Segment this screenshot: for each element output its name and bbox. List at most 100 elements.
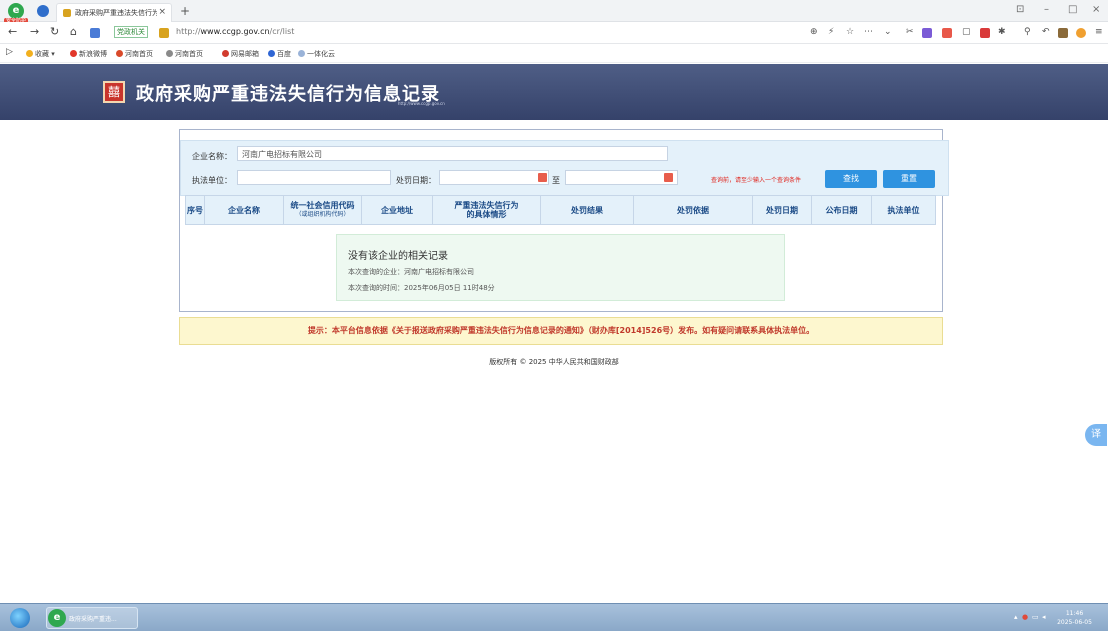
- site-favicon-icon: [63, 9, 71, 17]
- site-logo-icon: 囍: [103, 81, 125, 103]
- penalty-date-label: 处罚日期：: [396, 176, 436, 185]
- restore-tab-icon[interactable]: ⊡: [1016, 4, 1024, 15]
- start-button[interactable]: [10, 608, 30, 628]
- queried-company-line: 本次查询的企业：河南广电招标有限公司: [348, 268, 474, 276]
- more-icon[interactable]: ⋯: [864, 27, 873, 37]
- column-header-penalty-result: 处罚结果: [541, 196, 634, 224]
- star-icon: [26, 50, 33, 57]
- column-header-violation: 严重违法失信行为的具体情形: [433, 196, 541, 224]
- chevron-down-icon[interactable]: ⌄: [884, 27, 892, 37]
- extension-icon[interactable]: [942, 28, 952, 38]
- bookmark-henan-2[interactable]: 河南首页: [166, 49, 203, 59]
- menu-icon[interactable]: ≡: [1095, 27, 1103, 37]
- browser-tab-bar: e 安全防护 政府采购严重违法失信行为信 × + ⊡ – □ ×: [0, 0, 1108, 25]
- minimize-icon[interactable]: –: [1044, 4, 1049, 15]
- screen-icon[interactable]: ▢: [962, 27, 971, 37]
- credit-code-label: 统一社会信用代码: [290, 201, 355, 210]
- company-name-input[interactable]: 河南广电招标有限公司: [237, 146, 668, 161]
- close-window-icon[interactable]: ×: [1092, 4, 1100, 15]
- taskbar-window-label: 政府采购严重违...: [69, 616, 117, 623]
- star-icon[interactable]: ☆: [846, 27, 854, 37]
- flash-icon[interactable]: ⚡: [828, 27, 834, 37]
- reload-icon[interactable]: ↻: [50, 25, 59, 38]
- search-button[interactable]: 查找: [825, 170, 877, 188]
- site-favicon-icon: [159, 28, 169, 38]
- system-clock[interactable]: 11:46 2025-06-05: [1047, 609, 1102, 627]
- extension-icon[interactable]: [922, 28, 932, 38]
- tray-app-icon[interactable]: ●: [1022, 613, 1028, 621]
- sweep-icon[interactable]: ⚲: [1024, 27, 1031, 37]
- clock-time: 11:46: [1065, 610, 1084, 617]
- tab-close-icon[interactable]: ×: [158, 7, 166, 17]
- baidu-icon: [268, 50, 275, 57]
- search-hint: 查询前，请至少输入一个查询条件: [711, 177, 802, 184]
- bag-icon[interactable]: [1058, 28, 1068, 38]
- browser-logo-icon[interactable]: e: [8, 3, 24, 19]
- credit-code-sublabel: （或组织机构代码）: [295, 211, 350, 218]
- bookmark-party-gov[interactable]: 党政机关: [114, 26, 148, 38]
- column-header-index: 序号: [186, 196, 205, 224]
- extension-icon[interactable]: [980, 28, 990, 38]
- maximize-icon[interactable]: □: [1068, 4, 1077, 15]
- calendar-icon[interactable]: [538, 173, 547, 182]
- calendar-icon[interactable]: [664, 173, 673, 182]
- site-icon: [116, 50, 123, 57]
- sidebar-toggle-icon[interactable]: ▷: [6, 47, 13, 57]
- bookmark-henan-1[interactable]: 河南首页: [116, 49, 153, 59]
- bookmark-cloud[interactable]: 一体化云: [298, 49, 335, 59]
- clock-date: 2025-06-05: [1057, 619, 1092, 626]
- site-title: 政府采购严重违法失信行为信息记录: [136, 84, 440, 105]
- shield-icon[interactable]: [37, 5, 49, 17]
- agency-input[interactable]: [237, 170, 391, 185]
- url-field[interactable]: http://www.ccgp.gov.cn/cr/list: [176, 27, 294, 36]
- back-icon[interactable]: ←: [8, 25, 17, 38]
- tray-arrow-icon[interactable]: ▴: [1014, 613, 1018, 621]
- browser-taskbar-icon: e: [48, 609, 66, 627]
- weibo-icon: [70, 50, 77, 57]
- new-tab-icon[interactable]: +: [180, 4, 190, 18]
- column-header-penalty-date: 处罚日期: [753, 196, 812, 224]
- date-to-input[interactable]: [565, 170, 678, 185]
- no-result-title: 没有该企业的相关记录: [348, 251, 448, 262]
- pin-icon[interactable]: ✱: [998, 27, 1006, 37]
- column-header-agency: 执法单位: [887, 205, 920, 215]
- volume-icon[interactable]: ◂: [1042, 613, 1046, 621]
- company-name-label: 企业名称：: [192, 152, 232, 161]
- date-to-label: 至: [552, 176, 560, 185]
- tab-active[interactable]: 政府采购严重违法失信行为信 ×: [56, 3, 172, 22]
- os-taskbar: 政府采购严重违... e ▴ ● ▭ ◂ 11:46 2025-06-05: [0, 603, 1108, 631]
- results-table-header: 序号 企业名称 统一社会信用代码 （或组织机构代码） 企业地址 严重违法失信行为…: [185, 195, 936, 225]
- site-icon: [166, 50, 173, 57]
- column-header-credit-code: 统一社会信用代码 （或组织机构代码）: [284, 196, 362, 224]
- query-time-line: 本次查询的时间：2025年06月05日 11时48分: [348, 284, 495, 292]
- home-icon[interactable]: ⌂: [70, 25, 77, 38]
- bookmark-weibo[interactable]: 新浪微博: [70, 49, 107, 59]
- forward-icon[interactable]: →: [30, 25, 39, 38]
- date-from-input[interactable]: [439, 170, 549, 185]
- zoom-icon[interactable]: ⊕: [810, 27, 818, 37]
- no-result-message: 没有该企业的相关记录 本次查询的企业：河南广电招标有限公司 本次查询的时间：20…: [336, 234, 785, 301]
- mail-icon: [222, 50, 229, 57]
- site-banner: 囍 政府采购严重违法失信行为信息记录 http://www.ccgp.gov.c…: [0, 64, 1108, 120]
- copyright-footer: 版权所有 © 2025 中华人民共和国财政部: [489, 358, 619, 366]
- extension-icon[interactable]: [1076, 28, 1086, 38]
- bookmark-favorites[interactable]: 收藏 ▾: [26, 49, 55, 59]
- bookmark-baidu[interactable]: 百度: [268, 49, 291, 59]
- cloud-icon: [298, 50, 305, 57]
- bookmark-netease-mail[interactable]: 网易邮箱: [222, 49, 259, 59]
- tab-title: 政府采购严重违法失信行为信: [75, 9, 157, 17]
- apps-icon[interactable]: [90, 28, 100, 38]
- reset-button[interactable]: 重置: [883, 170, 935, 188]
- network-icon[interactable]: ▭: [1032, 613, 1039, 621]
- translate-button[interactable]: 译: [1085, 424, 1107, 446]
- column-header-publish-date: 公布日期: [812, 196, 872, 224]
- address-bar: ← → ↻ ⌂ 党政机关 http://www.ccgp.gov.cn/cr/l…: [0, 22, 1108, 44]
- agency-label: 执法单位：: [192, 176, 232, 185]
- undo-icon[interactable]: ↶: [1042, 27, 1050, 37]
- scissors-icon[interactable]: ✂: [906, 27, 914, 37]
- site-url: http://www.ccgp.gov.cn: [398, 101, 445, 106]
- column-header-penalty-basis: 处罚依据: [634, 196, 753, 224]
- column-header-address: 企业地址: [362, 196, 433, 224]
- platform-notice: 提示：本平台信息依据《关于报送政府采购严重违法失信行为信息记录的通知》（财办库[…: [179, 317, 943, 345]
- bookmarks-bar: ▷ 收藏 ▾ 新浪微博 河南首页 河南首页 网易邮箱 百度 一体化云: [0, 44, 1108, 63]
